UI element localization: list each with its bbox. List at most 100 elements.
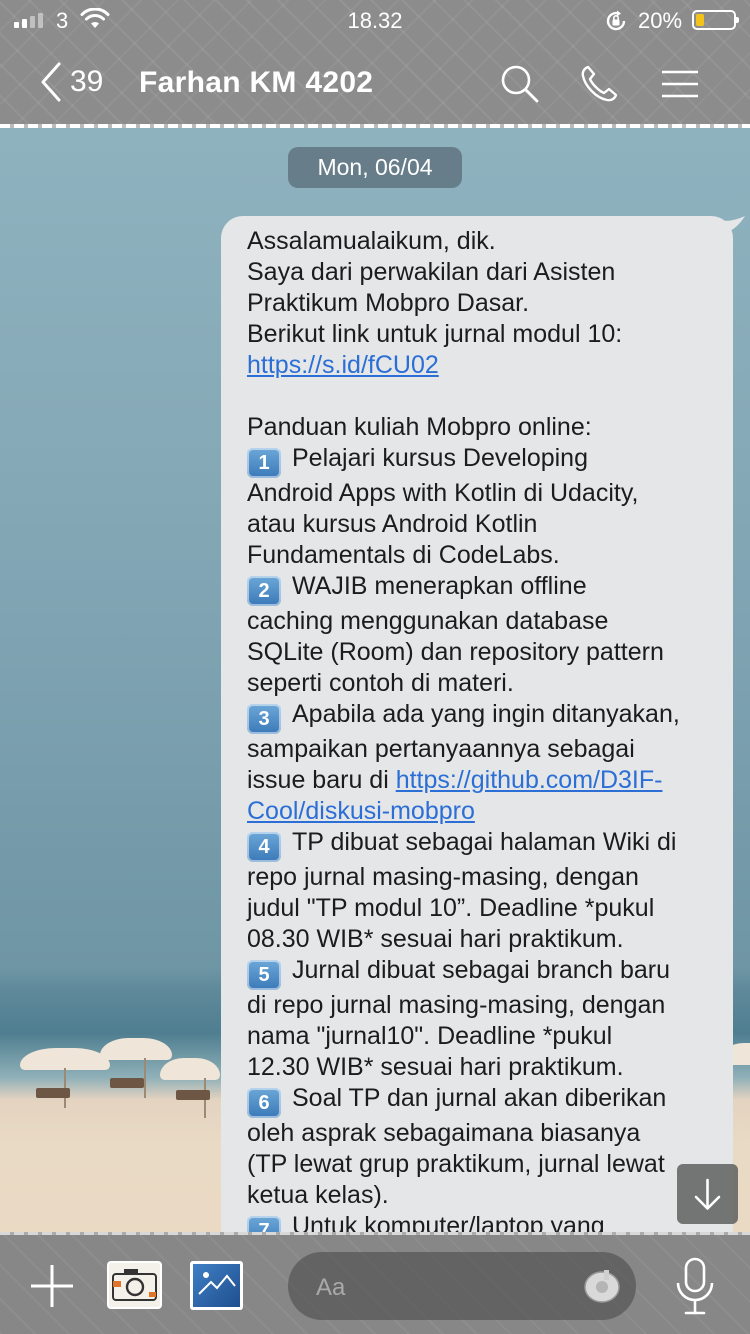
message-text-span: repo jurnal masing-masing, dengan <box>247 863 639 891</box>
message-line: 08.30 WIB* sesuai hari praktikum. <box>247 924 721 955</box>
message-text-span: WAJIB menerapkan offline <box>292 572 587 600</box>
message-text-span: Praktikum Mobpro Dasar. <box>247 289 530 317</box>
message-text-span: 12.30 WIB* sesuai hari praktikum. <box>247 1053 624 1081</box>
unread-count: 39 <box>70 65 104 98</box>
beach-chair <box>110 1078 144 1088</box>
chat-title[interactable]: Farhan KM 4202 <box>139 66 373 100</box>
message-input[interactable]: Aa <box>288 1252 636 1320</box>
message-line: 3 Apabila ada yang ingin ditanyakan, <box>247 699 721 734</box>
message-line: Saya dari perwakilan dari Asisten <box>247 257 721 288</box>
message-text-span: Apabila ada yang ingin ditanyakan, <box>292 700 680 728</box>
message-line: repo jurnal masing-masing, dengan <box>247 862 721 893</box>
message-line: di repo jurnal masing-masing, dengan <box>247 990 721 1021</box>
gallery-button[interactable] <box>190 1261 243 1310</box>
message-line: judul "TP modul 10”. Deadline *pukul <box>247 893 721 924</box>
message-text-span: judul "TP modul 10”. Deadline *pukul <box>247 894 655 922</box>
message-line: Fundamentals di CodeLabs. <box>247 540 721 571</box>
input-placeholder: Aa <box>316 1274 346 1301</box>
message-line: Android Apps with Kotlin di Udacity, <box>247 478 721 509</box>
message-text-span: Android Apps with Kotlin di Udacity, <box>247 479 639 507</box>
message-line: atau kursus Android Kotlin <box>247 509 721 540</box>
message-text: Assalamualaikum, dik. Saya dari perwakila… <box>247 226 721 1256</box>
message-text-span: SQLite (Room) dan repository pattern <box>247 638 664 666</box>
phone-icon[interactable] <box>579 64 619 104</box>
message-text-span: ketua kelas). <box>247 1181 389 1209</box>
nav-bar: 39 Farhan KM 4202 <box>0 50 750 120</box>
message-text-span: sampaikan pertanyaannya sebagai <box>247 735 635 763</box>
camera-icon <box>112 1269 157 1301</box>
beach-umbrella <box>100 1038 172 1098</box>
message-line: caching menggunakan database <box>247 606 721 637</box>
gallery-icon <box>193 1264 240 1307</box>
message-line: (TP lewat grup praktikum, jurnal lewat <box>247 1149 721 1180</box>
chevron-left-icon <box>41 62 61 102</box>
menu-icon[interactable] <box>660 64 700 104</box>
message-text-span: issue baru di <box>247 766 396 794</box>
beach-chair <box>176 1090 210 1100</box>
message-text-span: oleh asprak sebagaimana biasanya <box>247 1119 641 1147</box>
rotation-lock-icon <box>606 10 626 31</box>
beach-chair <box>36 1088 70 1098</box>
message-line: 5 Jurnal dibuat sebagai branch baru <box>247 955 721 990</box>
back-button[interactable]: 39 <box>40 62 103 102</box>
number-3-emoji-icon: 3 <box>247 704 281 734</box>
message-line: Cool/diskusi-mobpro <box>247 796 721 827</box>
message-text-span: Jurnal dibuat sebagai branch baru <box>292 956 671 984</box>
plus-icon[interactable] <box>29 1263 75 1309</box>
beach-umbrella <box>20 1048 110 1108</box>
number-1-emoji-icon: 1 <box>247 448 281 478</box>
message-line: nama "jurnal10". Deadline *pukul <box>247 1021 721 1052</box>
message-line: 6 Soal TP dan jurnal akan diberikan <box>247 1083 721 1118</box>
message-line: 12.30 WIB* sesuai hari praktikum. <box>247 1052 721 1083</box>
number-2-emoji-icon: 2 <box>247 576 281 606</box>
status-bar: 3 18.32 20% <box>0 0 750 42</box>
sticker-icon[interactable] <box>582 1266 622 1306</box>
battery-percentage: 20% <box>638 8 683 33</box>
message-text-span: TP dibuat sebagai halaman Wiki di <box>292 828 677 856</box>
battery-icon <box>692 10 739 30</box>
message-link[interactable]: https://github.com/D3IF- <box>396 766 663 794</box>
camera-button[interactable] <box>107 1261 162 1309</box>
message-line: Berikut link untuk jurnal modul 10: <box>247 319 721 350</box>
date-separator: Mon, 06/04 <box>288 147 462 188</box>
message-line: 4 TP dibuat sebagai halaman Wiki di <box>247 827 721 862</box>
message-text-span: di repo jurnal masing-masing, dengan <box>247 991 666 1019</box>
message-line <box>247 381 721 412</box>
message-text-span: Assalamualaikum, dik. <box>247 227 496 255</box>
message-bubble[interactable]: Assalamualaikum, dik. Saya dari perwakila… <box>221 216 733 1256</box>
message-link[interactable]: https://s.id/fCU02 <box>247 351 439 379</box>
message-line: seperti contoh di materi. <box>247 668 721 699</box>
microphone-icon[interactable] <box>672 1256 718 1318</box>
message-text-span: seperti contoh di materi. <box>247 669 514 697</box>
message-text-span: Soal TP dan jurnal akan diberikan <box>292 1084 667 1112</box>
message-line: issue baru di https://github.com/D3IF- <box>247 765 721 796</box>
message-text-span: Pelajari kursus Developing <box>292 444 588 472</box>
message-line: Panduan kuliah Mobpro online: <box>247 412 721 443</box>
message-line: Assalamualaikum, dik. <box>247 226 721 257</box>
message-text-span: nama "jurnal10". Deadline *pukul <box>247 1022 613 1050</box>
message-line: Praktikum Mobpro Dasar. <box>247 288 721 319</box>
message-line: ketua kelas). <box>247 1180 721 1211</box>
message-text-span: 08.30 WIB* sesuai hari praktikum. <box>247 925 624 953</box>
number-6-emoji-icon: 6 <box>247 1088 281 1118</box>
message-line: SQLite (Room) dan repository pattern <box>247 637 721 668</box>
message-text-span: Fundamentals di CodeLabs. <box>247 541 560 569</box>
message-text-span: caching menggunakan database <box>247 607 609 635</box>
message-text-span: Panduan kuliah Mobpro online: <box>247 413 592 441</box>
message-line: https://s.id/fCU02 <box>247 350 721 381</box>
message-line: oleh asprak sebagaimana biasanya <box>247 1118 721 1149</box>
message-text-span: atau kursus Android Kotlin <box>247 510 538 538</box>
arrow-down-icon <box>694 1178 721 1210</box>
chat-header: 3 18.32 20% 39 Farhan KM 4202 <box>0 0 750 128</box>
search-icon[interactable] <box>500 64 540 104</box>
scroll-to-bottom-button[interactable] <box>677 1164 738 1224</box>
input-bar: Aa <box>0 1232 750 1334</box>
message-link[interactable]: Cool/diskusi-mobpro <box>247 797 475 825</box>
message-text-span: Berikut link untuk jurnal modul 10: <box>247 320 623 348</box>
message-text-span: Saya dari perwakilan dari Asisten <box>247 258 616 286</box>
number-5-emoji-icon: 5 <box>247 960 281 990</box>
message-text-span: (TP lewat grup praktikum, jurnal lewat <box>247 1150 665 1178</box>
beach-umbrella <box>160 1058 220 1118</box>
message-line: sampaikan pertanyaannya sebagai <box>247 734 721 765</box>
message-line: 2 WAJIB menerapkan offline <box>247 571 721 606</box>
